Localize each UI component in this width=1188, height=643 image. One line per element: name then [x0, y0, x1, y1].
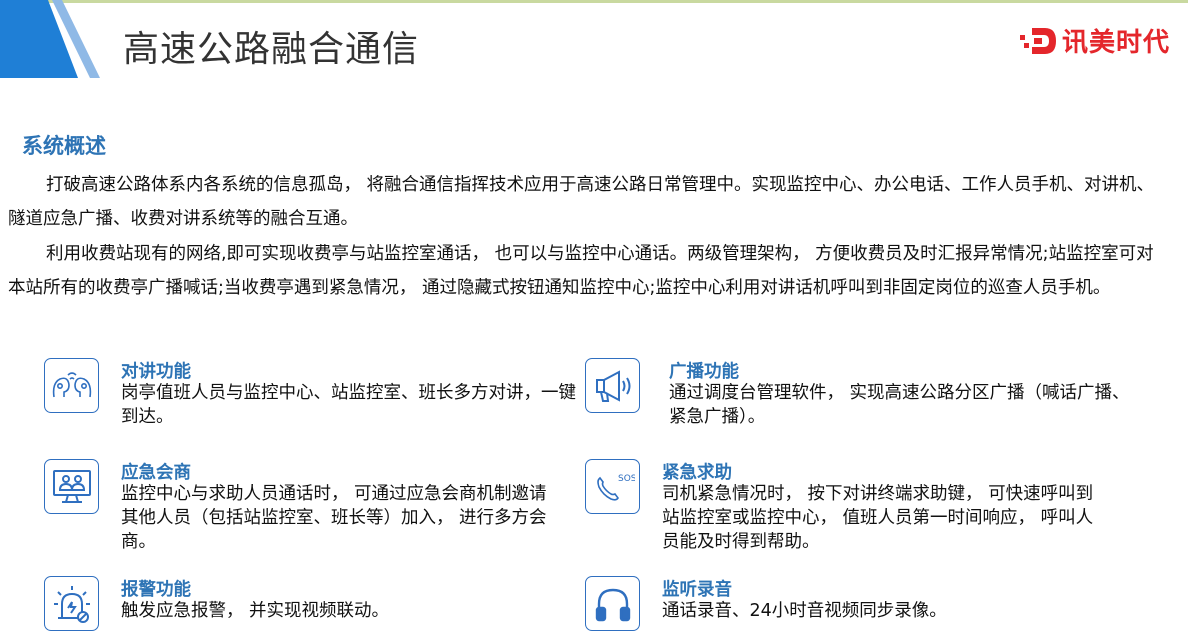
section-title: 系统概述 — [22, 134, 106, 158]
logo-mark-icon — [1020, 27, 1056, 54]
header-ribbon-decoration — [0, 0, 100, 78]
conference-icon — [44, 459, 99, 514]
feature-title: 应急会商 — [121, 463, 191, 483]
feature-title: 对讲功能 — [121, 362, 191, 382]
sos-phone-icon: SOS — [585, 459, 640, 514]
top-border-line — [0, 0, 1188, 3]
feature-title: 广播功能 — [669, 362, 739, 382]
svg-text:SOS: SOS — [618, 474, 635, 484]
feature-description: 通过调度台管理软件， 实现高速公路分区广播（喊话广播、紧急广播）。 — [669, 383, 1130, 427]
feature-description: 司机紧急情况时， 按下对讲终端求助键， 可快速呼叫到站监控室或监控中心， 值班人… — [662, 484, 1094, 552]
feature-description: 触发应急报警， 并实现视频联动。 — [121, 601, 390, 621]
overview-paragraph-2: 利用收费站现有的网络,即可实现收费亭与站监控室通话， 也可以与监控中心通话。两级… — [8, 244, 1154, 298]
intercom-icon — [44, 358, 99, 413]
feature-description: 通话录音、24小时音视频同步录像。 — [662, 601, 947, 621]
company-logo: 讯美时代 — [1020, 22, 1170, 59]
overview-paragraph-1: 打破高速公路体系内各系统的信息孤岛， 将融合通信指挥技术应用于高速公路日常管理中… — [8, 175, 1155, 229]
alarm-icon — [44, 576, 99, 631]
headphones-icon — [585, 576, 640, 631]
feature-title: 报警功能 — [121, 580, 191, 600]
feature-title: 紧急求助 — [662, 463, 732, 483]
page-title: 高速公路融合通信 — [123, 29, 420, 70]
feature-description: 岗亭值班人员与监控中心、站监控室、班长多方对讲，一键到达。 — [121, 383, 576, 427]
megaphone-icon — [585, 358, 640, 413]
logo-text: 讯美时代 — [1062, 28, 1171, 58]
feature-title: 监听录音 — [662, 580, 732, 600]
feature-description: 监控中心与求助人员通话时， 可通过应急会商机制邀请其他人员（包括站监控室、班长等… — [121, 484, 547, 552]
